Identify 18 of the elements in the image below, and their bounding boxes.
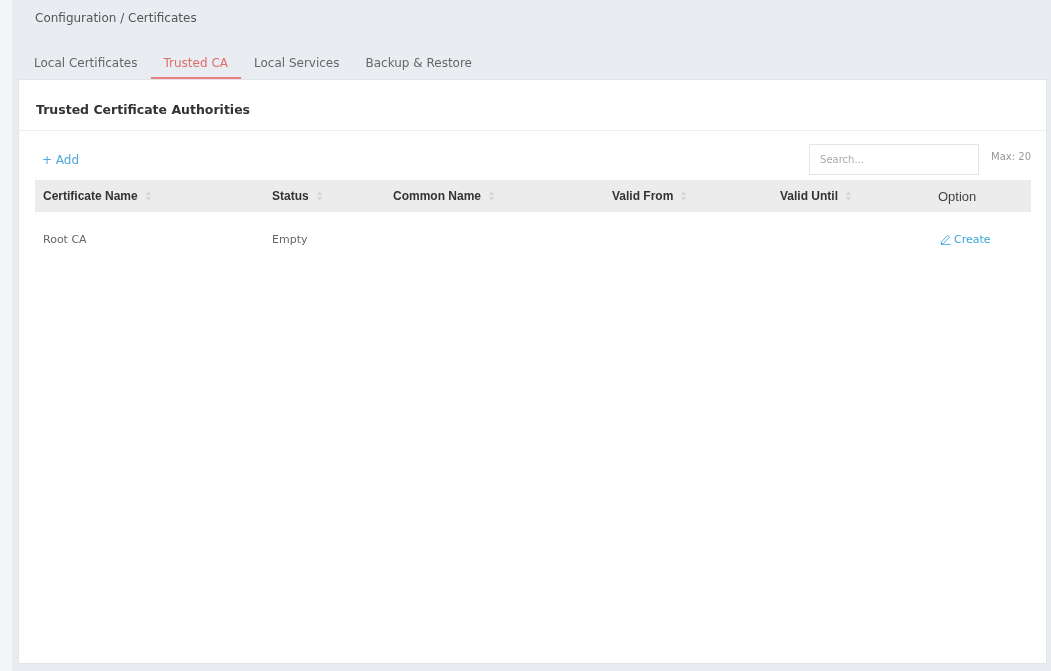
max-count-label: Max: 20 bbox=[991, 151, 1031, 162]
column-header: Option bbox=[938, 188, 977, 204]
add-button[interactable]: + Add bbox=[35, 152, 82, 167]
column-header[interactable]: Common Name bbox=[393, 189, 481, 203]
create-link[interactable]: Create bbox=[940, 232, 991, 246]
pencil-icon bbox=[940, 233, 951, 245]
tab[interactable]: Local Certificates bbox=[21, 48, 151, 79]
column-header[interactable]: Valid Until bbox=[780, 189, 838, 203]
table-cell: Empty bbox=[272, 232, 308, 246]
tab[interactable]: Local Services bbox=[240, 48, 353, 79]
column-header[interactable]: Certificate Name bbox=[43, 189, 138, 203]
column-header[interactable]: Status bbox=[272, 189, 309, 203]
breadcrumb: Configuration / Certificates bbox=[35, 10, 197, 26]
tab[interactable]: Backup & Restore bbox=[352, 48, 485, 79]
table-cell: Root CA bbox=[43, 232, 87, 246]
column-header[interactable]: Valid From bbox=[612, 189, 674, 203]
search-field[interactable]: Search... bbox=[809, 144, 980, 175]
panel-title: Trusted Certificate Authorities bbox=[36, 101, 251, 117]
